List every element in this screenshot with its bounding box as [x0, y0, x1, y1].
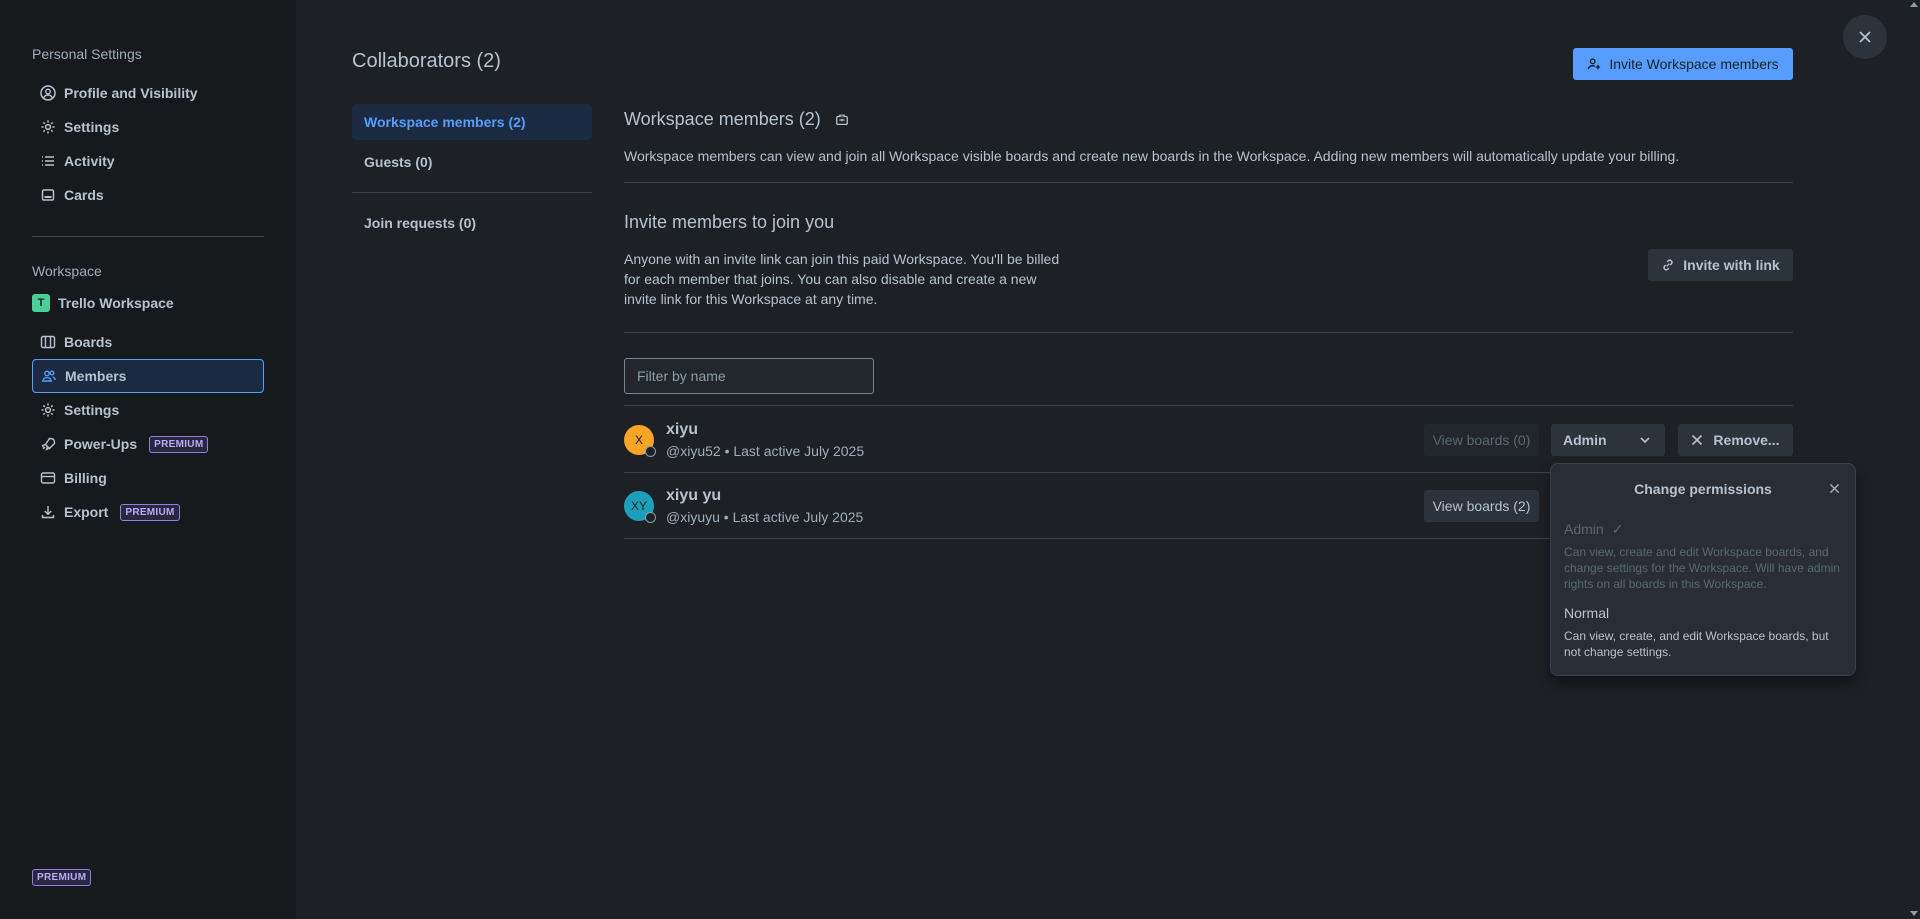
tab-join-requests[interactable]: Join requests (0) [352, 205, 592, 241]
change-permissions-popover: Change permissions Admin ✓ Can view, cre… [1550, 463, 1856, 676]
filter-by-name-input[interactable] [624, 358, 874, 394]
permission-option-title[interactable]: Normal [1564, 605, 1609, 621]
invite-with-link-button[interactable]: Invite with link [1648, 249, 1793, 281]
premium-badge: PREMIUM [149, 435, 209, 453]
sidebar-item-label: Profile and Visibility [64, 85, 198, 101]
workspace-visible-icon [835, 113, 849, 127]
person-circle-icon [40, 85, 56, 101]
role-select[interactable]: Admin [1551, 424, 1665, 456]
admin-indicator-icon [645, 512, 656, 523]
permission-option-description: not change settings. [1564, 645, 1672, 659]
avatar-initials: X [634, 433, 643, 447]
sidebar-item-label: Settings [64, 402, 120, 418]
sidebar-item-members[interactable]: Members [32, 359, 264, 393]
sidebar-item-profile[interactable]: Profile and Visibility [32, 76, 264, 110]
remove-label: Remove... [1713, 432, 1780, 448]
sidebar-item-boards[interactable]: Boards [32, 325, 264, 359]
avatar[interactable]: XY [624, 491, 656, 523]
workspace-switcher[interactable]: T Trello Workspace [32, 286, 264, 320]
tab-guests[interactable]: Guests (0) [352, 144, 592, 180]
sidebar-item-export[interactable]: Export PREMIUM [32, 495, 264, 529]
sidebar-item-label: Billing [64, 470, 107, 486]
sidebar-item-label: Power-Ups [64, 436, 138, 452]
view-boards-button[interactable]: View boards (2) [1424, 490, 1539, 522]
member-name: xiyu yu [666, 487, 722, 504]
popover-close-button[interactable] [1829, 481, 1840, 497]
tab-workspace-members[interactable]: Workspace members (2) [352, 104, 592, 140]
member-name: xiyu [666, 421, 699, 438]
close-icon [1858, 30, 1872, 44]
close-settings-button[interactable] [1843, 15, 1887, 59]
section-title: Workspace members (2) [624, 109, 849, 130]
view-boards-button[interactable]: View boards (0) [1424, 424, 1539, 456]
invite-with-link-label: Invite with link [1683, 257, 1780, 273]
section-divider [624, 182, 1793, 183]
sidebar-item-label: Export [64, 504, 109, 520]
list-divider [624, 405, 1793, 406]
permission-option-description: change settings for the Workspace. Will … [1564, 561, 1840, 575]
people-icon [41, 368, 57, 384]
workspace-name: Trello Workspace [58, 295, 174, 311]
sidebar-item-label: Settings [64, 119, 120, 135]
invite-workspace-members-button[interactable]: Invite Workspace members [1573, 48, 1793, 80]
section-title-text: Workspace members (2) [624, 109, 821, 129]
add-person-icon [1587, 57, 1601, 71]
invite-button-label: Invite Workspace members [1609, 56, 1779, 72]
sidebar-item-settings[interactable]: Settings [32, 110, 264, 144]
gear-icon [40, 402, 56, 418]
sidebar-item-cards[interactable]: Cards [32, 178, 264, 212]
personal-settings-heading: Personal Settings [32, 46, 142, 62]
sidebar-item-workspace-settings[interactable]: Settings [32, 393, 264, 427]
permission-option-description: rights on all boards in this Workspace. [1564, 577, 1767, 591]
card-icon [40, 187, 56, 203]
permission-option-description: Can view, create, and edit Workspace boa… [1564, 629, 1829, 643]
gear-icon [40, 119, 56, 135]
download-icon [40, 504, 56, 520]
sidebar-item-label: Boards [64, 334, 113, 350]
admin-indicator-icon [645, 446, 656, 457]
scrollbar-up-arrow[interactable] [1910, 2, 1918, 7]
member-username: @xiyuyu • Last active July 2025 [666, 509, 864, 525]
settings-sidebar: Personal Settings Profile and Visibility… [0, 0, 296, 919]
popover-title: Change permissions [1634, 481, 1772, 497]
chevron-down-icon [1639, 434, 1651, 446]
link-icon [1661, 258, 1675, 272]
close-icon [1829, 483, 1840, 494]
permission-option-title: Admin ✓ [1564, 521, 1623, 538]
sidebar-item-label: Activity [64, 153, 115, 169]
boards-icon [40, 334, 56, 350]
invite-description-line: Anyone with an invite link can join this… [624, 251, 1060, 267]
tab-divider [352, 192, 592, 193]
scrollbar-down-arrow[interactable] [1910, 911, 1918, 916]
sidebar-item-power-ups[interactable]: Power-Ups PREMIUM [32, 427, 264, 461]
sidebar-item-label: Cards [64, 187, 104, 203]
close-icon [1691, 434, 1703, 446]
invite-description-line: for each member that joins. You can also… [624, 271, 1037, 287]
avatar[interactable]: X [624, 425, 656, 457]
invite-section-title: Invite members to join you [624, 212, 835, 232]
section-divider [624, 332, 1793, 333]
workspace-avatar: T [32, 294, 50, 312]
list-icon [40, 153, 56, 169]
workspace-heading: Workspace [32, 263, 102, 279]
option-title-text: Admin [1564, 521, 1604, 537]
checkmark-icon: ✓ [1611, 521, 1624, 537]
premium-badge: PREMIUM [120, 503, 180, 521]
sidebar-item-billing[interactable]: Billing [32, 461, 264, 495]
page-title: Collaborators (2) [352, 50, 501, 72]
avatar-initials: XY [630, 499, 647, 513]
role-select-value: Admin [1563, 432, 1607, 448]
invite-description-line: invite link for this Workspace at any ti… [624, 291, 878, 307]
premium-badge: PREMIUM [32, 869, 92, 886]
sidebar-item-activity[interactable]: Activity [32, 144, 264, 178]
sidebar-item-label: Members [65, 368, 127, 384]
permission-option-description: Can view, create and edit Workspace boar… [1564, 545, 1829, 559]
credit-card-icon [40, 470, 56, 486]
rocket-icon [40, 436, 56, 452]
member-username: @xiyu52 • Last active July 2025 [666, 443, 865, 459]
remove-member-button[interactable]: Remove... [1678, 424, 1793, 456]
sidebar-divider [32, 236, 264, 237]
section-description: Workspace members can view and join all … [624, 148, 1680, 164]
